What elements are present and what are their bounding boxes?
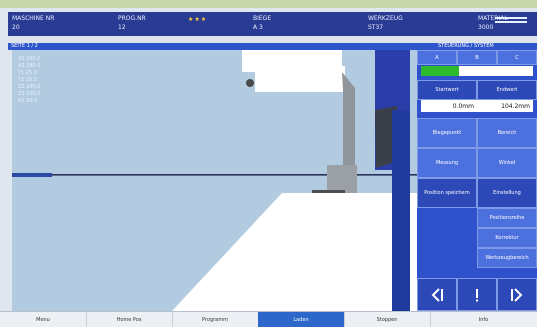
button-bereich[interactable]: Bereich (477, 118, 537, 148)
readout-5: Z1 100.0 (18, 84, 41, 90)
top-field-3: BIEGE (253, 15, 272, 22)
readout-4: Y2 25.0 (18, 77, 37, 83)
button-warning[interactable] (457, 278, 497, 311)
button-prev[interactable] (417, 278, 457, 311)
button-next[interactable] (497, 278, 537, 311)
button-messung[interactable]: Messung (417, 148, 477, 178)
top-arrows-icon (495, 15, 527, 25)
top-info-bar: MASCHINE NR 20 PROG.NR 12 ★★★ BIEGE A 3 … (8, 12, 537, 36)
readout-6: Z2 100.0 (18, 91, 41, 97)
value-2 (497, 66, 533, 76)
panel-small-b[interactable]: B (457, 50, 497, 65)
top-field-1: MASCHINE NR (12, 15, 55, 22)
value-1 (459, 66, 497, 76)
green-status (421, 66, 459, 76)
title-right: STEUERUNG / SYSTEM (438, 43, 494, 49)
button-endwert[interactable]: Endwert (477, 80, 537, 100)
exclamation-icon (476, 288, 478, 301)
button-startwert[interactable]: Startwert (417, 80, 477, 100)
readout-2: X2 180.0 (18, 63, 41, 69)
title-left: SEITE 1 / 2 (11, 43, 38, 49)
tab-laden[interactable]: Laden (258, 312, 345, 327)
button-biegepunkt[interactable]: Biegepunkt (417, 118, 477, 148)
status-stars: ★★★ (188, 16, 208, 23)
punch-shaft (342, 72, 355, 173)
bottom-tabs: Menu Home Pos Programm Laden Stoppen Inf… (0, 311, 537, 327)
readout-7: R1 50.0 (18, 98, 38, 104)
panel-small-a[interactable]: A (417, 50, 457, 65)
table-white (172, 193, 417, 311)
machine-graphic (12, 50, 417, 311)
tab-home[interactable]: Home Pos (86, 312, 173, 327)
button-einstellung[interactable]: Einstellung (477, 178, 537, 208)
app-screen: MASCHINE NR 20 PROG.NR 12 ★★★ BIEGE A 3 … (0, 0, 537, 327)
column-front (392, 110, 410, 311)
top-field-4: WERKZEUG (368, 15, 403, 22)
left-arrow-icon (431, 287, 443, 302)
button-werkzeugbereich[interactable]: Werkzeugbereich (477, 248, 537, 268)
readout-3: Y1 25.0 (18, 70, 37, 76)
readout-1: X1 200.0 (18, 56, 41, 62)
top-strip (0, 0, 537, 8)
left-stop-bar (12, 173, 52, 177)
top-value-5: 3000 (478, 24, 494, 31)
bend-view: X1 200.0 X2 180.0 Y1 25.0 Y2 25.0 Z1 100… (12, 50, 417, 311)
tab-stoppen[interactable]: Stoppen (344, 312, 431, 327)
tab-menu[interactable]: Menu (0, 312, 87, 327)
top-value-2: 12 (118, 24, 126, 31)
button-position-speichern[interactable]: Position speichern (417, 178, 477, 208)
axis-readouts: X1 200.0 X2 180.0 Y1 25.0 Y2 25.0 Z1 100… (18, 56, 41, 105)
tab-programm[interactable]: Programm (172, 312, 259, 327)
top-value-1: 20 (12, 24, 20, 31)
punch-block (255, 66, 345, 92)
start-value: 0.0mm (421, 100, 477, 112)
button-korrektur[interactable]: Korrektur (477, 228, 537, 248)
top-value-4: ST37 (368, 24, 384, 31)
button-positionsreihe[interactable]: Positionsreihe (477, 208, 537, 228)
end-value: 104.2mm (477, 100, 533, 112)
top-value-3: A 3 (253, 24, 263, 31)
top-field-2: PROG.NR (118, 15, 146, 22)
panel-small-c[interactable]: C (497, 50, 537, 65)
right-arrow-icon (511, 287, 523, 302)
right-control-panel: A B C Startwert Endwert 0.0mm 104.2mm Bi… (417, 50, 537, 311)
title-bar: SEITE 1 / 2 STEUERUNG / SYSTEM (8, 43, 537, 50)
pivot-icon (246, 79, 254, 87)
button-winkel[interactable]: Winkel (477, 148, 537, 178)
tab-info[interactable]: Info (430, 312, 537, 327)
